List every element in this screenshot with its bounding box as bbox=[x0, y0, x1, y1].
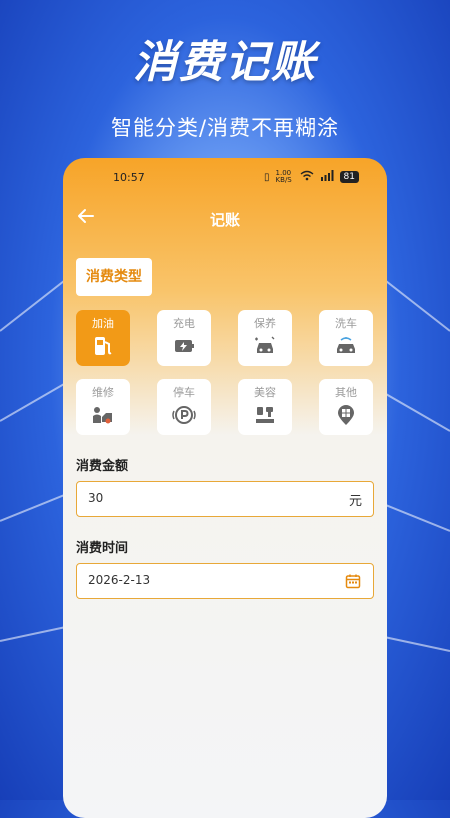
car-beauty-icon bbox=[256, 407, 274, 423]
status-bar: 10:57 ▯ 1.00 KB/S 81 bbox=[63, 168, 387, 190]
amount-label: 消费金额 bbox=[76, 459, 129, 474]
category-beauty[interactable]: 美容 bbox=[238, 379, 292, 435]
promo-headline: 消费记账 bbox=[133, 37, 317, 88]
vibrate-icon: ▯ bbox=[264, 171, 270, 183]
category-parking[interactable]: 停车 bbox=[157, 379, 211, 435]
category-other[interactable]: 其他 bbox=[319, 379, 373, 435]
calendar-icon[interactable] bbox=[345, 573, 361, 589]
category-label: 充电 bbox=[173, 317, 195, 330]
wifi-icon bbox=[300, 170, 314, 184]
category-label: 洗车 bbox=[335, 317, 357, 330]
car-maintenance-icon bbox=[255, 336, 275, 353]
category-label: 其他 bbox=[335, 386, 357, 399]
category-label: 维修 bbox=[92, 386, 114, 399]
category-repair[interactable]: 维修 bbox=[76, 379, 130, 435]
date-label: 消费时间 bbox=[76, 541, 129, 556]
repair-icon bbox=[93, 407, 112, 424]
other-pin-icon bbox=[338, 405, 354, 425]
promo-subline: 智能分类/消费不再糊涂 bbox=[110, 116, 340, 140]
fuel-pump-icon bbox=[95, 337, 112, 355]
battery-charge-icon bbox=[175, 340, 194, 352]
category-label: 加油 bbox=[92, 317, 114, 330]
category-fuel[interactable]: 加油 bbox=[76, 310, 130, 366]
category-maintenance[interactable]: 保养 bbox=[238, 310, 292, 366]
status-time: 10:57 bbox=[113, 171, 145, 184]
status-icons: ▯ 1.00 KB/S 81 bbox=[264, 170, 359, 184]
battery-indicator: 81 bbox=[339, 171, 359, 183]
network-speed: 1.00 KB/S bbox=[275, 169, 292, 184]
category-label: 保养 bbox=[254, 317, 276, 330]
signal-icon bbox=[320, 170, 334, 184]
amount-field[interactable]: 30 元 bbox=[76, 481, 374, 517]
category-charging[interactable]: 充电 bbox=[157, 310, 211, 366]
category-label: 美容 bbox=[254, 386, 276, 399]
category-car-wash[interactable]: 洗车 bbox=[319, 310, 373, 366]
amount-unit: 元 bbox=[348, 494, 362, 509]
expense-type-label: 消费类型 bbox=[76, 258, 152, 296]
category-grid: 加油 充电 保养 洗车 维修 停车 美容 其他 bbox=[76, 310, 376, 435]
phone-screen: 10:57 ▯ 1.00 KB/S 81 记账 消费类型 加油 充电 保养 洗车… bbox=[63, 158, 387, 818]
amount-value: 30 bbox=[88, 491, 104, 505]
date-value: 2026-2-13 bbox=[88, 573, 151, 587]
page-title: 记账 bbox=[209, 211, 240, 229]
nav-bar: 记账 bbox=[63, 206, 387, 234]
car-wash-icon bbox=[337, 337, 355, 353]
date-field[interactable]: 2026-2-13 bbox=[76, 563, 374, 599]
category-label: 停车 bbox=[173, 386, 195, 399]
parking-icon bbox=[172, 406, 196, 424]
